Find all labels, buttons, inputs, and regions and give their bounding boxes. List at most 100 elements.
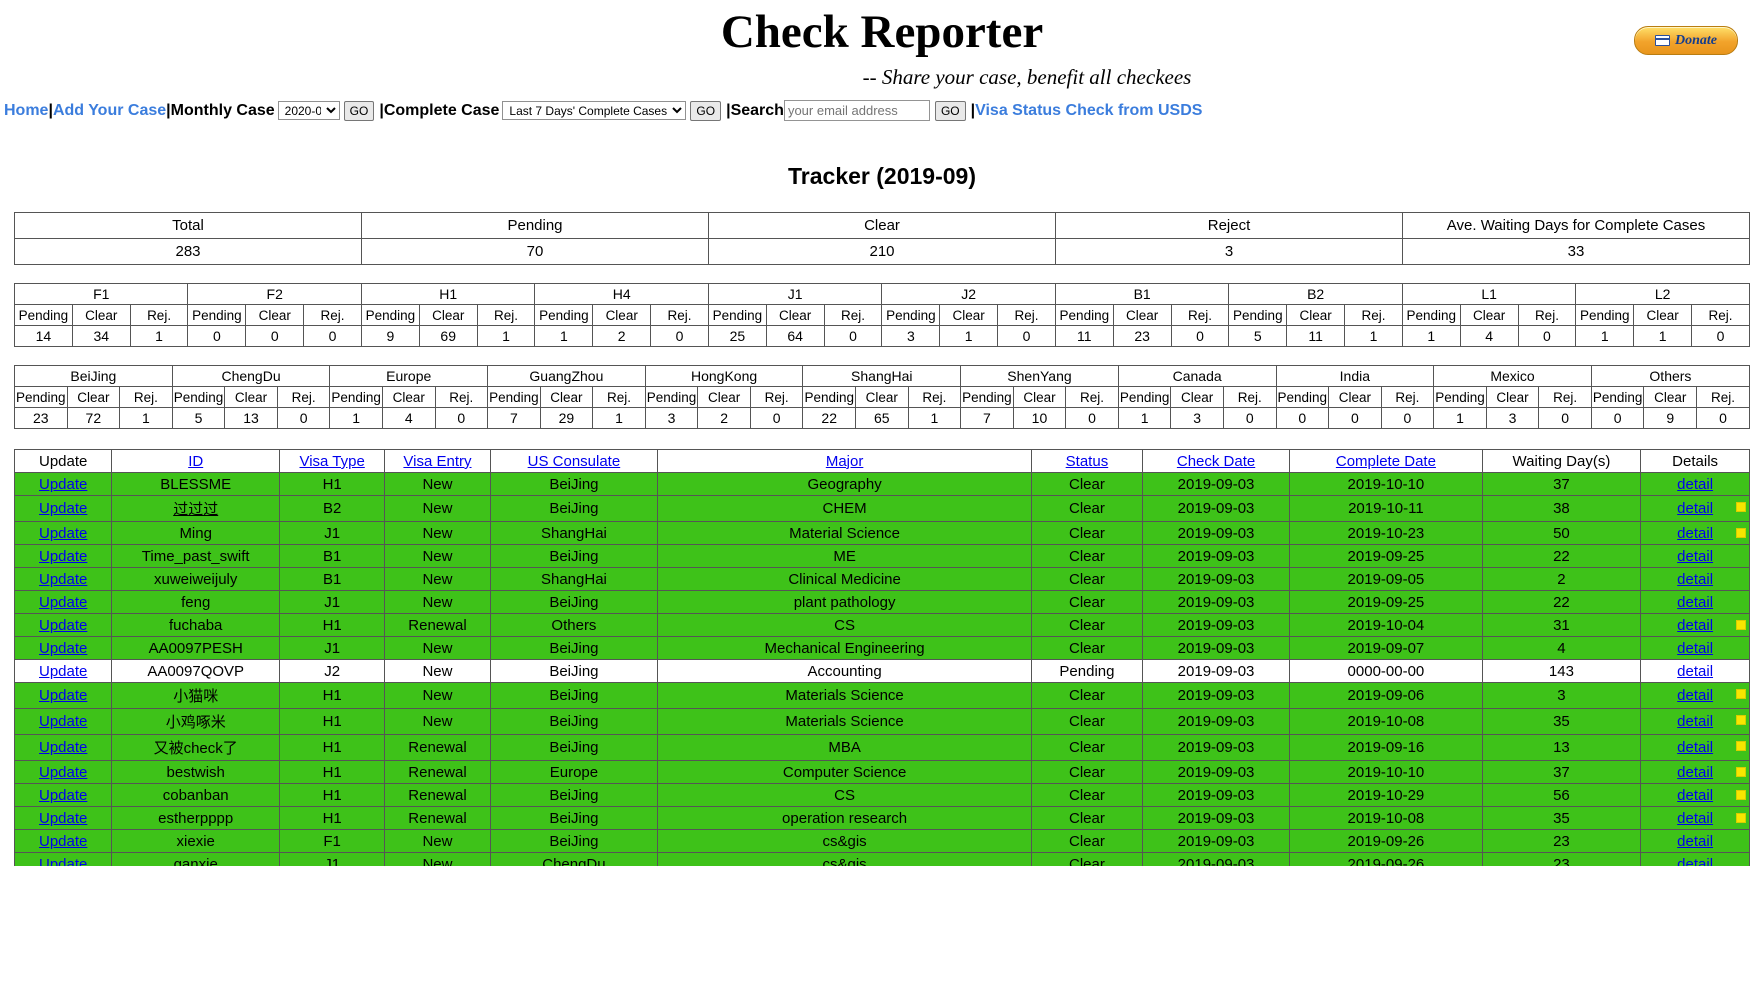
cases-column-sort-link[interactable]: Complete Date — [1336, 453, 1436, 470]
update-link[interactable]: Update — [39, 548, 87, 565]
cell-id[interactable]: 过过过 — [111, 495, 280, 523]
update-link[interactable]: Update — [39, 739, 87, 756]
cell-details[interactable]: detail — [1640, 708, 1750, 736]
cases-column-header-us-consulate[interactable]: US Consulate — [489, 449, 659, 474]
monthly-case-go-button[interactable]: GO — [343, 100, 375, 121]
cases-column-sort-link[interactable]: Status — [1066, 453, 1109, 470]
cell-update[interactable]: Update — [13, 852, 113, 866]
cell-update[interactable]: Update — [13, 682, 113, 710]
update-link[interactable]: Update — [39, 687, 87, 704]
cell-details[interactable]: detail — [1640, 613, 1750, 638]
detail-link[interactable]: detail — [1677, 500, 1713, 517]
update-link[interactable]: Update — [39, 571, 87, 588]
search-input[interactable] — [783, 100, 930, 122]
cases-column-header-complete-date[interactable]: Complete Date — [1289, 449, 1483, 474]
update-link[interactable]: Update — [39, 663, 87, 680]
cell-update[interactable]: Update — [13, 544, 113, 569]
cases-column-sort-link[interactable]: US Consulate — [528, 453, 621, 470]
search-go-button[interactable]: GO — [934, 100, 966, 121]
monthly-case-select[interactable]: 2020-01 — [277, 101, 340, 121]
cases-column-sort-link[interactable]: Visa Entry — [403, 453, 471, 470]
cell-update[interactable]: Update — [13, 521, 113, 546]
cell-update[interactable]: Update — [13, 829, 113, 854]
nav-link-visa-status-check[interactable]: Visa Status Check from USDS — [975, 102, 1202, 120]
cases-column-header-id[interactable]: ID — [111, 449, 280, 474]
detail-link[interactable]: detail — [1677, 833, 1713, 850]
detail-link[interactable]: detail — [1677, 571, 1713, 588]
update-link[interactable]: Update — [39, 476, 87, 493]
id-link[interactable]: 过过过 — [173, 501, 218, 518]
cell-details[interactable]: detail — [1640, 590, 1750, 615]
cell-details[interactable]: detail — [1640, 829, 1750, 854]
cell-details[interactable]: detail — [1640, 806, 1750, 831]
update-link[interactable]: Update — [39, 856, 87, 866]
cell-details[interactable]: detail — [1640, 495, 1750, 523]
cell-update[interactable]: Update — [13, 760, 113, 785]
cell-details[interactable]: detail — [1640, 567, 1750, 592]
consulate-subheader-cell: Rej. — [592, 386, 646, 409]
cell-update[interactable]: Update — [13, 590, 113, 615]
update-link[interactable]: Update — [39, 525, 87, 542]
cell-update[interactable]: Update — [13, 659, 113, 684]
detail-link[interactable]: detail — [1677, 617, 1713, 634]
cases-column-header-major[interactable]: Major — [657, 449, 1032, 474]
cases-column-header-status[interactable]: Status — [1030, 449, 1143, 474]
cases-column-header-visa-type[interactable]: Visa Type — [278, 449, 386, 474]
cases-column-sort-link[interactable]: ID — [188, 453, 203, 470]
detail-link[interactable]: detail — [1677, 548, 1713, 565]
cell-details[interactable]: detail — [1640, 544, 1750, 569]
cell-update[interactable]: Update — [13, 636, 113, 661]
donate-button[interactable]: Donate — [1634, 26, 1738, 55]
cell-update[interactable]: Update — [13, 472, 113, 497]
update-link[interactable]: Update — [39, 713, 87, 730]
nav-link-add-your-case[interactable]: Add Your Case — [53, 102, 166, 120]
detail-link[interactable]: detail — [1677, 764, 1713, 781]
detail-link[interactable]: detail — [1677, 810, 1713, 827]
detail-link[interactable]: detail — [1677, 663, 1713, 680]
consulate-group-header: ShenYang — [960, 365, 1119, 388]
cell-details[interactable]: detail — [1640, 659, 1750, 684]
complete-case-select[interactable]: Last 7 Days' Complete Cases — [502, 101, 687, 121]
update-link[interactable]: Update — [39, 500, 87, 517]
cell-complete-date: 2019-09-26 — [1289, 852, 1483, 866]
update-link[interactable]: Update — [39, 594, 87, 611]
cell-update[interactable]: Update — [13, 783, 113, 808]
cell-details[interactable]: detail — [1640, 472, 1750, 497]
detail-link[interactable]: detail — [1677, 594, 1713, 611]
update-link[interactable]: Update — [39, 617, 87, 634]
cases-column-header-visa-entry[interactable]: Visa Entry — [384, 449, 491, 474]
update-link[interactable]: Update — [39, 787, 87, 804]
cases-column-sort-link[interactable]: Check Date — [1177, 453, 1255, 470]
cell-details[interactable]: detail — [1640, 852, 1750, 866]
cell-update[interactable]: Update — [13, 613, 113, 638]
cell-details[interactable]: detail — [1640, 682, 1750, 710]
detail-link[interactable]: detail — [1677, 525, 1713, 542]
table-row: Update 又被check了 H1 Renewal BeiJing MBA Clear 20… — [13, 734, 1750, 762]
cell-update[interactable]: Update — [13, 708, 113, 736]
cell-details[interactable]: detail — [1640, 521, 1750, 546]
update-link[interactable]: Update — [39, 764, 87, 781]
detail-link[interactable]: detail — [1677, 640, 1713, 657]
detail-link[interactable]: detail — [1677, 713, 1713, 730]
cell-details[interactable]: detail — [1640, 760, 1750, 785]
cell-details[interactable]: detail — [1640, 636, 1750, 661]
detail-link[interactable]: detail — [1677, 476, 1713, 493]
update-link[interactable]: Update — [39, 810, 87, 827]
cell-update[interactable]: Update — [13, 806, 113, 831]
complete-case-go-button[interactable]: GO — [690, 100, 722, 121]
cell-details[interactable]: detail — [1640, 734, 1750, 762]
cell-update[interactable]: Update — [13, 734, 113, 762]
cases-column-header-check-date[interactable]: Check Date — [1141, 449, 1291, 474]
cases-column-sort-link[interactable]: Visa Type — [299, 453, 364, 470]
cases-column-sort-link[interactable]: Major — [826, 453, 864, 470]
cell-details[interactable]: detail — [1640, 783, 1750, 808]
detail-link[interactable]: detail — [1677, 687, 1713, 704]
nav-link-home[interactable]: Home — [4, 102, 48, 120]
detail-link[interactable]: detail — [1677, 739, 1713, 756]
cell-update[interactable]: Update — [13, 495, 113, 523]
cell-update[interactable]: Update — [13, 567, 113, 592]
update-link[interactable]: Update — [39, 640, 87, 657]
detail-link[interactable]: detail — [1677, 856, 1713, 866]
update-link[interactable]: Update — [39, 833, 87, 850]
detail-link[interactable]: detail — [1677, 787, 1713, 804]
